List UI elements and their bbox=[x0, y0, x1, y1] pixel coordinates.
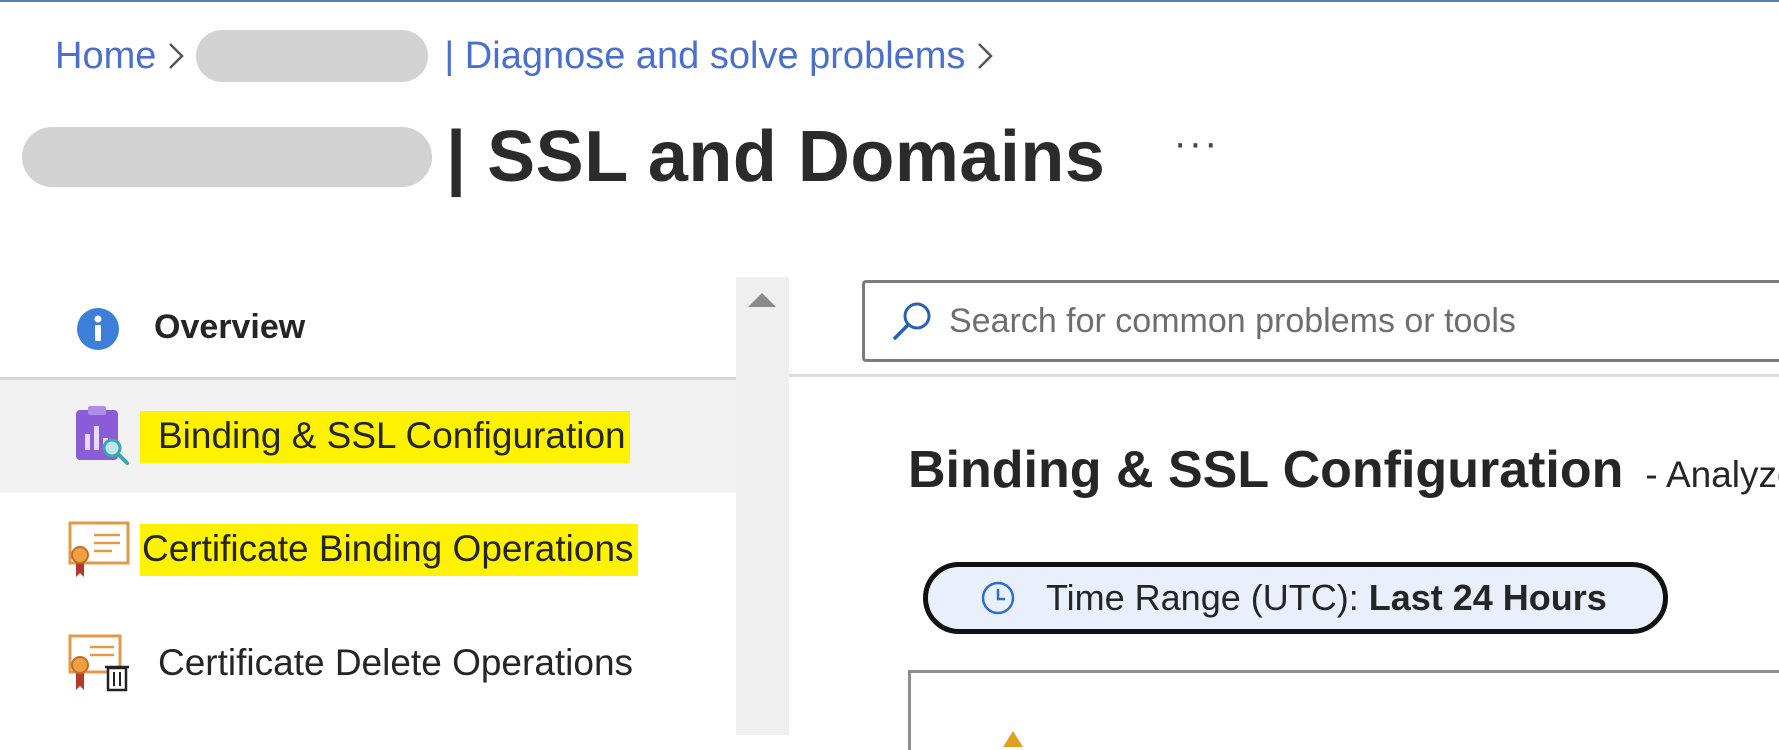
section-title: Binding & SSL Configuration bbox=[908, 441, 1624, 499]
chevron-right-icon bbox=[156, 41, 196, 71]
certificate-icon bbox=[66, 521, 132, 579]
nav-item-certificate-binding-operations[interactable]: Certificate Binding Operations bbox=[0, 493, 736, 606]
certificate-delete-icon bbox=[66, 634, 132, 694]
time-range-button[interactable]: Time Range (UTC): Last 24 Hours bbox=[923, 562, 1668, 634]
clock-icon bbox=[980, 580, 1016, 616]
info-icon bbox=[76, 307, 120, 351]
breadcrumb-diagnose-link[interactable]: | Diagnose and solve problems bbox=[444, 35, 965, 78]
nav-label-certificate-binding-operations: Certificate Binding Operations bbox=[140, 523, 638, 576]
search-icon bbox=[891, 300, 933, 342]
redacted-resource-name bbox=[196, 30, 429, 82]
nav-label-overview: Overview bbox=[154, 307, 306, 346]
clipboard-chart-icon bbox=[72, 404, 130, 466]
page-title-row: | SSL and Domains ··· bbox=[22, 112, 1219, 202]
time-range-value: Last 24 Hours bbox=[1368, 577, 1607, 618]
scroll-up-arrow-icon[interactable] bbox=[748, 293, 776, 307]
warning-icon bbox=[1003, 731, 1023, 747]
breadcrumb: Home | Diagnose and solve problems bbox=[55, 30, 1005, 82]
search-box[interactable] bbox=[862, 280, 1779, 362]
top-border-line bbox=[0, 0, 1779, 2]
more-options-button[interactable]: ··· bbox=[1173, 121, 1219, 166]
section-subtitle: - Analyze bbox=[1645, 454, 1779, 495]
nav-item-overview[interactable]: Overview bbox=[0, 277, 736, 380]
time-range-label: Time Range (UTC): Last 24 Hours bbox=[1046, 577, 1607, 618]
redacted-app-name bbox=[22, 127, 432, 187]
nav-label-certificate-delete-operations: Certificate Delete Operations bbox=[158, 641, 634, 683]
chevron-right-icon bbox=[965, 41, 1005, 71]
search-input[interactable] bbox=[947, 300, 1751, 342]
nav-item-certificate-delete-operations[interactable]: Certificate Delete Operations bbox=[0, 606, 736, 719]
nav-item-binding-ssl-configuration[interactable]: Binding & SSL Configuration bbox=[0, 380, 736, 493]
section-heading: Binding & SSL Configuration - Analyze bbox=[908, 440, 1779, 500]
insight-card bbox=[908, 670, 1779, 750]
nav-label-binding-ssl-configuration: Binding & SSL Configuration bbox=[140, 410, 630, 463]
content-divider bbox=[789, 374, 1779, 377]
page-title: | SSL and Domains bbox=[446, 117, 1106, 197]
nav-scrollbar[interactable] bbox=[736, 277, 789, 735]
breadcrumb-home-link[interactable]: Home bbox=[55, 35, 156, 78]
left-nav: Overview Binding & SSL Configuration Cer… bbox=[0, 277, 736, 735]
